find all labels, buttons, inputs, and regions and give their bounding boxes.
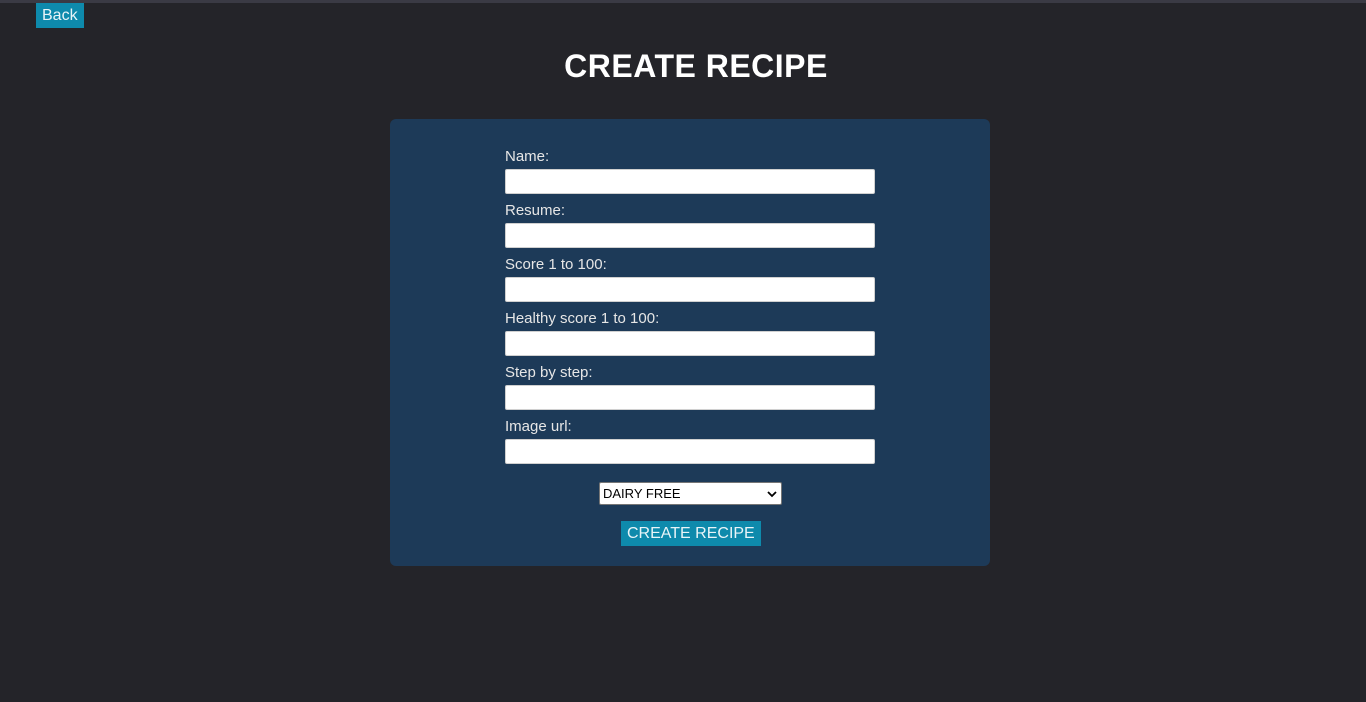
- back-button[interactable]: Back: [36, 3, 84, 28]
- diet-select[interactable]: DAIRY FREE: [599, 482, 782, 505]
- diet-select-value: DAIRY FREE: [603, 486, 681, 501]
- resume-field-group: Resume:: [505, 202, 875, 248]
- image-url-field-group: Image url:: [505, 418, 875, 464]
- chevron-down-icon: [767, 491, 777, 498]
- score-label: Score 1 to 100:: [505, 256, 607, 273]
- top-border: [0, 0, 1366, 3]
- name-field-group: Name:: [505, 148, 875, 194]
- step-by-step-field-group: Step by step:: [505, 364, 875, 410]
- step-by-step-label: Step by step:: [505, 364, 593, 381]
- name-input[interactable]: [505, 169, 875, 194]
- score-field-group: Score 1 to 100:: [505, 256, 875, 302]
- page-title: CREATE RECIPE: [564, 48, 828, 84]
- create-recipe-form: Name: Resume: Score 1 to 100: Healthy sc…: [390, 119, 990, 566]
- resume-label: Resume:: [505, 202, 566, 219]
- name-label: Name:: [505, 148, 550, 165]
- healthy-score-field-group: Healthy score 1 to 100:: [505, 310, 875, 356]
- score-input[interactable]: [505, 277, 875, 302]
- image-url-input[interactable]: [505, 439, 875, 464]
- healthy-score-input[interactable]: [505, 331, 875, 356]
- image-url-label: Image url:: [505, 418, 572, 435]
- create-recipe-button[interactable]: CREATE RECIPE: [621, 521, 761, 546]
- healthy-score-label: Healthy score 1 to 100:: [505, 310, 660, 327]
- step-by-step-input[interactable]: [505, 385, 875, 410]
- resume-input[interactable]: [505, 223, 875, 248]
